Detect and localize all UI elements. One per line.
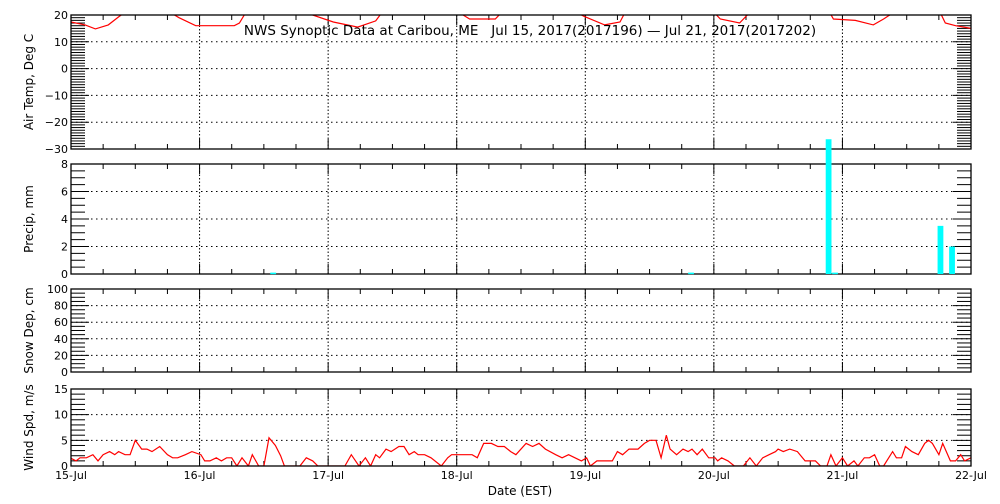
y-axis-label: Wind Spd, m/s bbox=[22, 384, 36, 470]
precip-bar bbox=[832, 273, 838, 275]
x-tick-label: 18-Jul bbox=[441, 469, 473, 482]
y-tick-label: 2 bbox=[61, 241, 68, 254]
y-tick-label: 10 bbox=[54, 409, 68, 422]
panel-frame bbox=[71, 289, 971, 372]
x-tick-label: 20-Jul bbox=[698, 469, 730, 482]
y-tick-label: 40 bbox=[54, 333, 68, 346]
synoptic-chart: 20100−10−20−30Air Temp, Deg C02468Precip… bbox=[0, 0, 1000, 500]
chart-title: NWS Synoptic Data at Caribou, ME Jul 15,… bbox=[244, 23, 816, 39]
panel-frame bbox=[71, 389, 971, 466]
x-axis-label: Date (EST) bbox=[488, 484, 552, 498]
y-tick-label: 0 bbox=[61, 63, 68, 76]
precip-bar bbox=[270, 273, 276, 275]
x-tick-label: 19-Jul bbox=[569, 469, 601, 482]
y-tick-label: 60 bbox=[54, 316, 68, 329]
y-tick-label: 8 bbox=[61, 158, 68, 171]
y-tick-label: 4 bbox=[61, 213, 68, 226]
x-tick-label: 17-Jul bbox=[312, 469, 344, 482]
x-tick-label: 15-Jul bbox=[55, 469, 87, 482]
x-tick-label: 21-Jul bbox=[826, 469, 858, 482]
y-axis-label: Air Temp, Deg C bbox=[22, 34, 36, 130]
y-tick-label: −10 bbox=[45, 89, 68, 102]
y-tick-label: 15 bbox=[54, 383, 68, 396]
panel-snow: 0 20 40 60 80 100 Snow Dep, cm bbox=[22, 283, 971, 379]
y-tick-label: 10 bbox=[54, 36, 68, 49]
precip-bar bbox=[826, 139, 832, 274]
y-axis-label: Precip, mm bbox=[22, 185, 36, 253]
y-tick-label: −20 bbox=[45, 116, 68, 129]
precip-bar bbox=[688, 273, 694, 275]
y-tick-label: 20 bbox=[54, 349, 68, 362]
y-tick-label: 0 bbox=[61, 268, 68, 281]
y-axis-label: Snow Dep, cm bbox=[22, 287, 36, 373]
y-tick-label: −30 bbox=[45, 143, 68, 156]
panel-wind: 051015Wind Spd, m/s bbox=[22, 383, 971, 473]
precip-bar bbox=[938, 226, 944, 274]
x-tick-label: 22-Jul bbox=[955, 469, 987, 482]
y-tick-label: 0 bbox=[61, 366, 68, 379]
y-tick-label: 5 bbox=[61, 434, 68, 447]
y-tick-label: 80 bbox=[54, 300, 68, 313]
y-tick-label: 6 bbox=[61, 186, 68, 199]
x-tick-label: 16-Jul bbox=[184, 469, 216, 482]
y-tick-label: 20 bbox=[54, 9, 68, 22]
y-tick-label: 100 bbox=[47, 283, 68, 296]
precip-bar bbox=[949, 247, 955, 275]
